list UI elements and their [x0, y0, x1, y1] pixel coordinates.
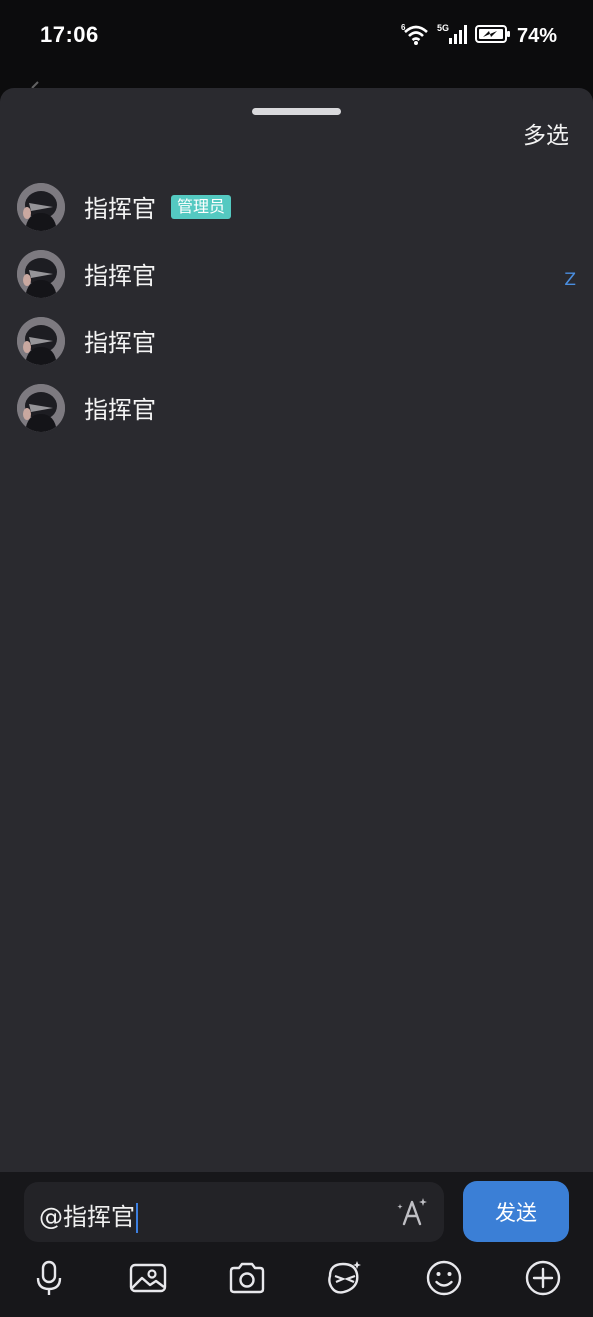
member-item[interactable]: 指挥官 管理员 — [0, 173, 593, 240]
image-icon[interactable] — [128, 1258, 168, 1298]
status-bar: 17:06 6 5G 74% — [0, 0, 593, 72]
svg-text:5G: 5G — [437, 23, 449, 33]
microphone-icon[interactable] — [29, 1258, 69, 1298]
mention-member-sheet: 多选 指挥官 管理员 指挥官 指挥官 指挥官 Z — [0, 88, 593, 1172]
member-list: 指挥官 管理员 指挥官 指挥官 指挥官 — [0, 173, 593, 441]
wifi-6-icon: 6 — [401, 22, 431, 50]
send-button[interactable]: 发送 — [463, 1181, 569, 1242]
message-input-text: @指挥官 — [39, 1197, 138, 1233]
plus-icon[interactable] — [523, 1258, 563, 1298]
signal-5g-icon: 5G — [437, 22, 469, 50]
camera-icon[interactable] — [227, 1258, 267, 1298]
battery-percentage: 74% — [516, 24, 557, 47]
avatar — [17, 316, 65, 365]
avatar — [17, 383, 65, 432]
member-item[interactable]: 指挥官 — [0, 374, 593, 441]
status-icons: 6 5G 74% — [401, 22, 557, 50]
member-name: 指挥官 — [84, 262, 156, 290]
emoji-icon[interactable] — [424, 1258, 464, 1298]
drag-handle[interactable] — [252, 108, 341, 115]
message-input[interactable]: @指挥官 — [24, 1182, 444, 1242]
member-item[interactable]: 指挥官 — [0, 307, 593, 374]
text-caret — [136, 1203, 138, 1233]
status-time: 17:06 — [40, 22, 99, 47]
avatar — [17, 182, 65, 231]
ai-text-icon[interactable] — [394, 1194, 430, 1230]
admin-badge: 管理员 — [171, 195, 232, 219]
member-name: 指挥官 — [84, 329, 156, 357]
avatar — [17, 249, 65, 298]
multi-select-button[interactable]: 多选 — [523, 116, 569, 150]
member-item[interactable]: 指挥官 — [0, 240, 593, 307]
member-name: 指挥官 — [84, 396, 156, 424]
alphabet-index-letter[interactable]: Z — [564, 270, 576, 290]
battery-charging-icon — [474, 23, 511, 49]
message-composer: @指挥官 发送 — [0, 1172, 593, 1317]
composer-toolbar — [0, 1252, 593, 1304]
member-name: 指挥官 — [84, 195, 156, 223]
sticker-icon[interactable] — [325, 1258, 365, 1298]
